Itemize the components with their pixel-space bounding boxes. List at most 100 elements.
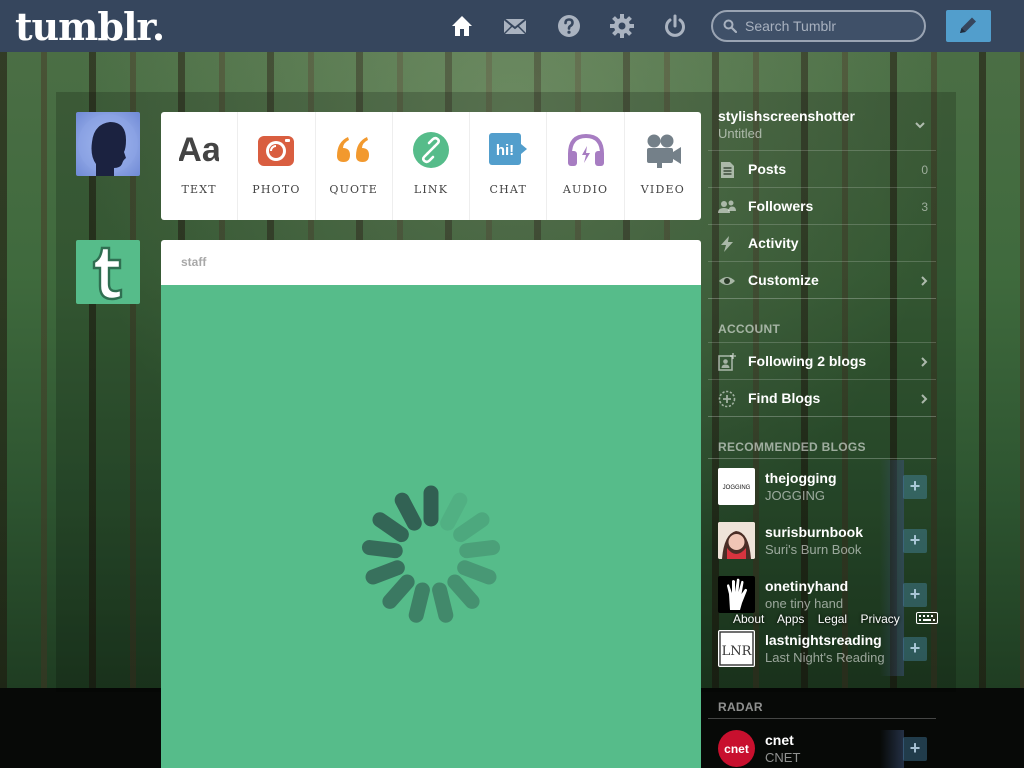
- video-camera-icon: [646, 134, 681, 168]
- suri-photo: [718, 522, 755, 559]
- blog-name[interactable]: surisburnbook: [765, 524, 863, 540]
- blog-avatar[interactable]: [718, 522, 755, 559]
- sidebar-item-count: 3: [921, 200, 928, 214]
- account-heading: ACCOUNT: [718, 322, 781, 336]
- text-icon: Aa: [179, 131, 219, 169]
- jogging-logo: JOGGING: [723, 485, 751, 491]
- post-type-photo[interactable]: PHOTO: [238, 112, 316, 220]
- blog-title: Last Night's Reading: [765, 650, 885, 665]
- staff-avatar[interactable]: [76, 240, 140, 304]
- blog-avatar[interactable]: [718, 576, 755, 613]
- recommended-blog-item[interactable]: LNR lastnightsreading Last Night's Readi…: [708, 622, 936, 676]
- logout-icon[interactable]: [662, 13, 688, 39]
- svg-text:JOGGING: JOGGING: [723, 485, 751, 491]
- sidebar-item-customize[interactable]: Customize: [708, 261, 936, 298]
- post-type-label: TEXT: [181, 183, 217, 196]
- sidebar-item-count: 0: [921, 163, 928, 177]
- post-type-selector: Aa TEXT PHOTO QUOTE LINK hi! CHAT AUDIO …: [161, 112, 701, 220]
- radar-heading: RADAR: [718, 700, 763, 714]
- post-type-video[interactable]: VIDEO: [625, 112, 701, 220]
- post-header: staff: [161, 240, 701, 285]
- sidebar-item-label: Activity: [748, 235, 799, 251]
- post-author-link[interactable]: staff: [181, 255, 206, 269]
- blog-avatar[interactable]: JOGGING: [718, 468, 755, 505]
- activity-icon: [721, 236, 733, 252]
- followers-icon: [718, 200, 736, 213]
- sidebar-item-find-blogs[interactable]: Find Blogs: [708, 379, 936, 416]
- blog-name[interactable]: onetinyhand: [765, 578, 848, 594]
- sidebar-divider: [708, 718, 936, 719]
- post-type-chat[interactable]: hi! CHAT: [470, 112, 548, 220]
- headphones-icon: [567, 133, 604, 166]
- sidebar-blog-name[interactable]: stylishscreenshotter: [718, 108, 855, 124]
- settings-icon[interactable]: [609, 13, 635, 39]
- blog-name[interactable]: cnet: [765, 732, 794, 748]
- post-type-audio[interactable]: AUDIO: [547, 112, 625, 220]
- post-type-quote[interactable]: QUOTE: [316, 112, 393, 220]
- post-type-label: PHOTO: [252, 183, 301, 196]
- footer-link-about[interactable]: About: [733, 612, 764, 626]
- footer-link-legal[interactable]: Legal: [818, 612, 847, 626]
- recommended-blog-item[interactable]: surisburnbook Suri's Burn Book +: [708, 514, 936, 568]
- help-icon[interactable]: [556, 13, 582, 39]
- sidebar-divider: [708, 458, 936, 459]
- user-avatar[interactable]: [76, 112, 140, 176]
- sidebar-item-followers[interactable]: Followers 3: [708, 187, 936, 224]
- home-icon[interactable]: [449, 13, 475, 39]
- search-input[interactable]: [745, 16, 915, 36]
- follow-button[interactable]: +: [903, 475, 927, 499]
- radar-blog-item[interactable]: cnet cnet CNET +: [708, 722, 936, 768]
- footer-link-apps[interactable]: Apps: [777, 612, 804, 626]
- sidebar-item-activity[interactable]: Activity: [708, 224, 936, 261]
- svg-text:hi!: hi!: [496, 142, 514, 159]
- blog-title: Suri's Burn Book: [765, 542, 862, 557]
- footer-links: About Apps Legal Privacy: [733, 612, 910, 626]
- chat-icon: hi!: [489, 133, 528, 165]
- follow-button[interactable]: +: [903, 583, 927, 607]
- chevron-down-icon[interactable]: [913, 120, 927, 130]
- chevron-right-icon: [921, 394, 928, 404]
- sidebar-item-label: Posts: [748, 161, 787, 177]
- follow-button[interactable]: +: [903, 529, 927, 553]
- search-box[interactable]: [711, 10, 926, 42]
- top-navigation-bar: tumblr.: [0, 0, 1024, 52]
- keyboard-shortcuts-icon[interactable]: [916, 612, 938, 624]
- camera-icon: [258, 136, 295, 166]
- link-icon: [412, 132, 449, 168]
- quote-icon: [336, 137, 369, 162]
- post-type-link[interactable]: LINK: [393, 112, 471, 220]
- posts-icon: [721, 162, 734, 178]
- blog-title: JOGGING: [765, 488, 825, 503]
- pencil-icon: [960, 17, 976, 33]
- blog-avatar[interactable]: LNR: [718, 630, 755, 667]
- tumblr-t-icon: [92, 246, 123, 301]
- sidebar-item-posts[interactable]: Posts 0: [708, 150, 936, 187]
- inbox-icon[interactable]: [502, 13, 528, 39]
- sidebar-divider: [708, 298, 936, 299]
- follow-button[interactable]: +: [903, 737, 927, 761]
- post-body: [161, 285, 701, 768]
- tumblr-logo[interactable]: tumblr.: [15, 4, 165, 49]
- blog-avatar[interactable]: cnet: [718, 730, 755, 767]
- svg-text:cnet: cnet: [724, 742, 749, 756]
- sidebar-item-following[interactable]: Following 2 blogs: [708, 342, 936, 379]
- sidebar-item-label: Followers: [748, 198, 814, 214]
- footer-link-privacy[interactable]: Privacy: [860, 612, 899, 626]
- eye-icon: [719, 277, 735, 285]
- post-type-label: AUDIO: [562, 183, 609, 196]
- blog-name[interactable]: lastnightsreading: [765, 632, 882, 648]
- blog-name[interactable]: thejogging: [765, 470, 837, 486]
- blog-title: one tiny hand: [765, 596, 844, 611]
- post-type-text[interactable]: Aa TEXT: [161, 112, 239, 220]
- find-blogs-icon: [718, 390, 736, 408]
- following-icon: [718, 353, 736, 371]
- sidebar-item-label: Customize: [748, 272, 819, 288]
- blog-title: CNET: [765, 750, 801, 765]
- cnet-logo: cnet: [718, 730, 755, 767]
- follow-button[interactable]: +: [903, 637, 927, 661]
- post-type-label: CHAT: [489, 183, 528, 196]
- hand-icon: [727, 578, 747, 610]
- recommended-blog-item[interactable]: JOGGING thejogging JOGGING +: [708, 460, 936, 514]
- compose-button[interactable]: [946, 10, 991, 42]
- user-silhouette-icon: [78, 114, 138, 176]
